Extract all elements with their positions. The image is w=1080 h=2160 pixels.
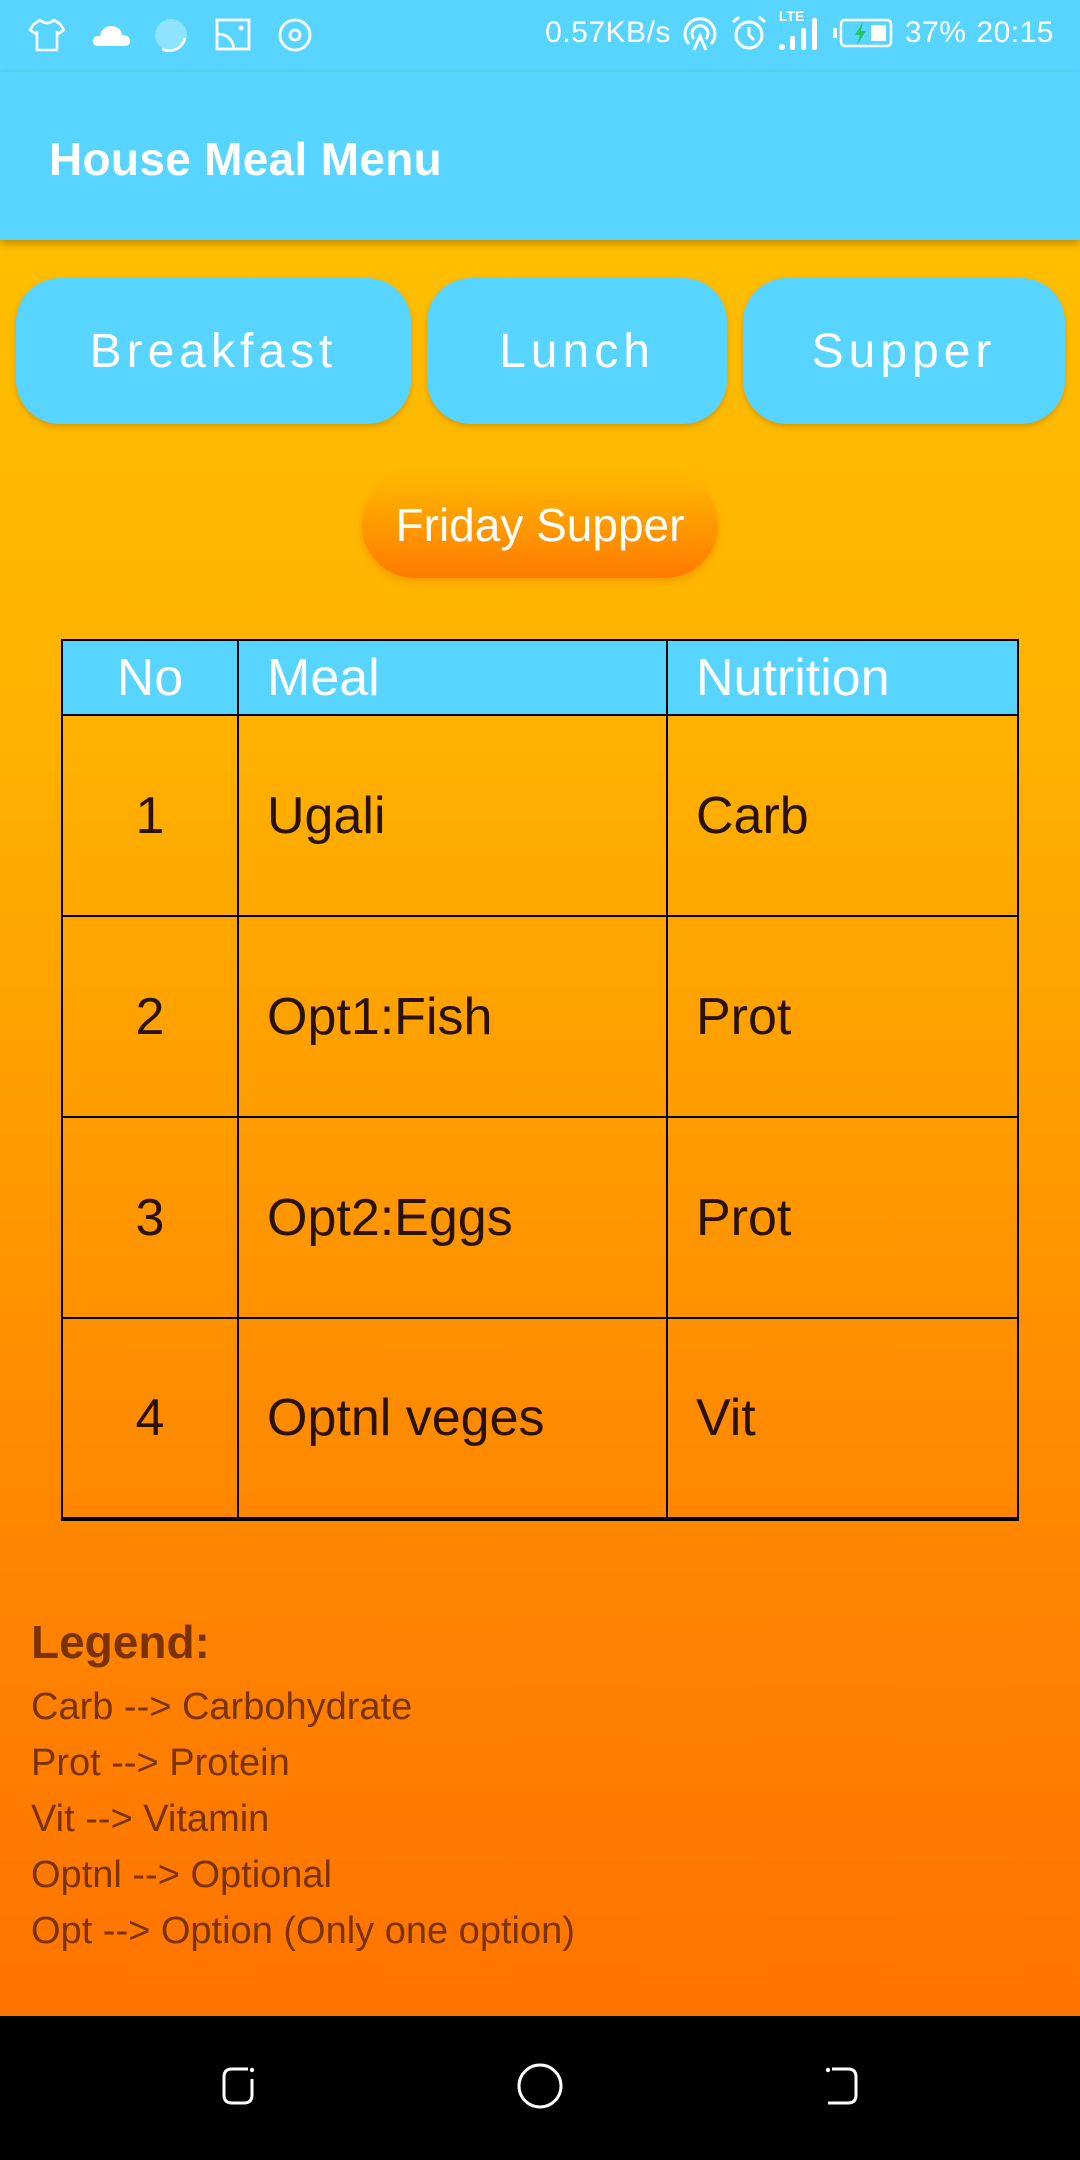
nutrition-cell: Carb — [666, 714, 1019, 917]
legend-item: Vit --> Vitamin — [31, 1798, 270, 1840]
hotspot-icon — [681, 14, 719, 52]
battery-charging-icon — [831, 14, 895, 52]
alarm-icon — [729, 14, 767, 52]
meal-cell: Ugali — [237, 714, 668, 917]
row-number: 3 — [61, 1116, 239, 1319]
nutrition-cell: Prot — [666, 915, 1019, 1118]
app-title: House Meal Menu — [49, 133, 443, 185]
table-row: 2 Opt1:Fish Prot — [61, 915, 1019, 1118]
row-number: 4 — [61, 1317, 239, 1521]
lte-signal-icon: LTE — [777, 8, 821, 52]
target-icon — [276, 16, 314, 54]
clock-time: 20:15 — [976, 16, 1054, 49]
back-button[interactable] — [208, 2056, 272, 2120]
table-header-row: No Meal Nutrition — [61, 639, 1019, 716]
header-no: No — [61, 639, 239, 716]
cast-screen-icon — [214, 16, 252, 54]
loading-circle-icon — [152, 16, 190, 54]
legend-title: Legend: — [31, 1616, 210, 1668]
meal-cell: Opt1:Fish — [237, 915, 668, 1118]
row-number: 1 — [61, 714, 239, 917]
legend: Legend: Carb --> Carbohydrate Prot --> P… — [31, 1615, 575, 1959]
nutrition-cell: Prot — [666, 1116, 1019, 1319]
legend-item: Prot --> Protein — [31, 1742, 290, 1784]
app-background: 0.57KB/s LTE 37% 20:15 House Meal Menu B… — [0, 0, 1080, 2016]
battery-percent: 37% — [904, 16, 967, 49]
row-number: 2 — [61, 915, 239, 1118]
navigation-bar — [0, 2016, 1080, 2160]
supper-button[interactable]: Supper — [743, 278, 1065, 424]
home-button[interactable] — [508, 2056, 572, 2120]
cloud-icon — [90, 16, 130, 54]
header-meal: Meal — [237, 639, 668, 716]
net-speed: 0.57KB/s — [545, 16, 671, 49]
back-icon — [218, 2063, 262, 2114]
table-row: 3 Opt2:Eggs Prot — [61, 1116, 1019, 1319]
menu-table: No Meal Nutrition 1 Ugali Carb 2 Opt1:Fi… — [61, 639, 1019, 1521]
recent-apps-icon — [818, 2063, 862, 2114]
selected-meal-label: Friday Supper — [362, 472, 718, 578]
network-label: LTE — [778, 8, 805, 24]
header-nutrition: Nutrition — [666, 639, 1019, 716]
meal-cell: Optnl veges — [237, 1317, 668, 1521]
status-bar: 0.57KB/s LTE 37% 20:15 — [0, 0, 1080, 72]
lunch-button[interactable]: Lunch — [427, 278, 727, 424]
meal-tabs: Breakfast Lunch Supper — [0, 278, 1080, 424]
app-bar: House Meal Menu — [0, 72, 1080, 240]
legend-item: Optnl --> Optional — [31, 1854, 332, 1896]
legend-item: Opt --> Option (Only one option) — [31, 1910, 575, 1952]
recent-apps-button[interactable] — [808, 2056, 872, 2120]
breakfast-button[interactable]: Breakfast — [16, 278, 411, 424]
meal-cell: Opt2:Eggs — [237, 1116, 668, 1319]
legend-item: Carb --> Carbohydrate — [31, 1686, 413, 1728]
home-icon — [516, 2062, 564, 2115]
table-row: 4 Optnl veges Vit — [61, 1317, 1019, 1521]
table-row: 1 Ugali Carb — [61, 714, 1019, 917]
tshirt-icon — [28, 16, 66, 54]
nutrition-cell: Vit — [666, 1317, 1019, 1521]
